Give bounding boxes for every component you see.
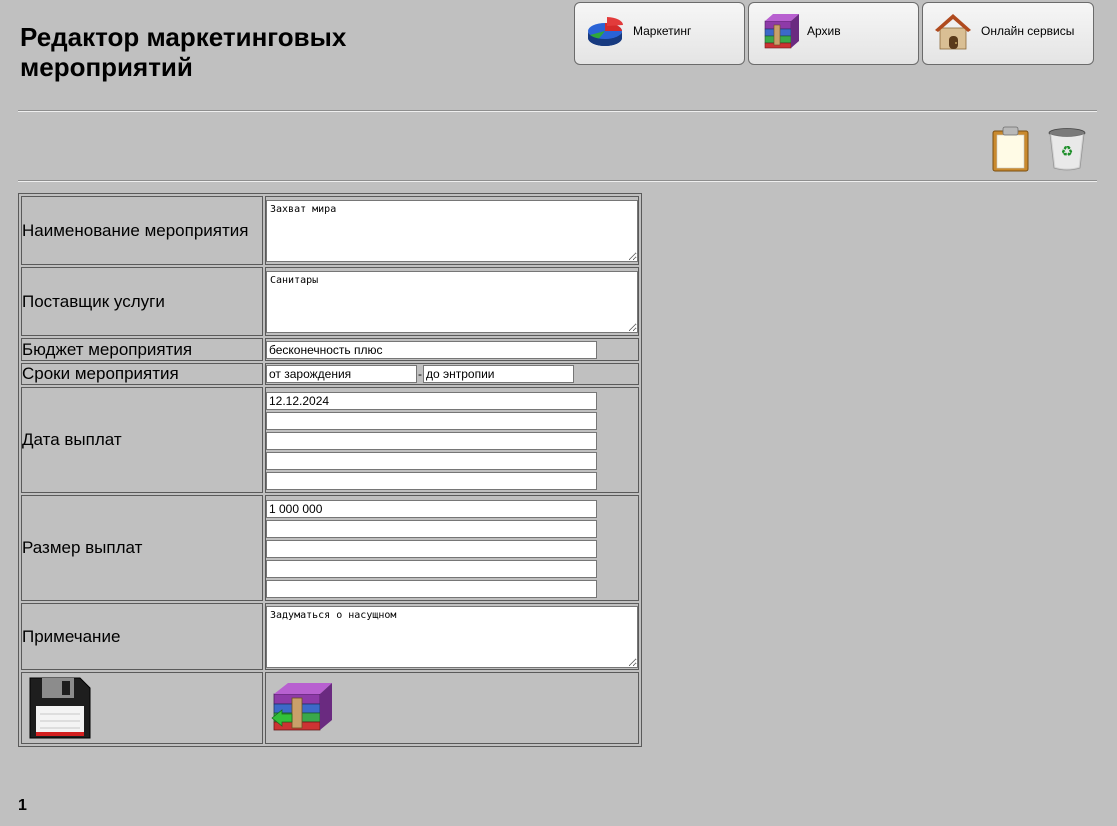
archive-icon[interactable] [270, 680, 336, 736]
recycle-bin-icon[interactable]: ♻ [1046, 126, 1088, 172]
payment-date-input-3[interactable] [266, 431, 597, 450]
nav-label-archive: Архив [807, 24, 841, 38]
label-provider: Поставщик услуги [21, 267, 263, 336]
nav-button-marketing[interactable]: Маркетинг [574, 2, 745, 65]
row-provider: Поставщик услуги Санитары [21, 267, 639, 336]
nav-button-online-services[interactable]: Онлайн сервисы [922, 2, 1094, 65]
period-to-input[interactable] [423, 365, 574, 383]
label-period: Сроки мероприятия [21, 363, 263, 385]
payment-date-input-4[interactable] [266, 451, 597, 470]
payment-amount-input-1[interactable] [266, 499, 597, 518]
provider-textarea[interactable]: Санитары [266, 270, 638, 333]
event-form-table: Наименование мероприятия Захват мира Пос… [18, 193, 642, 747]
period-range: - [266, 365, 638, 383]
payment-date-input-2[interactable] [266, 411, 597, 430]
nav-label-marketing: Маркетинг [633, 24, 692, 38]
house-icon [935, 14, 971, 50]
row-payment-amounts: Размер выплат [21, 495, 639, 601]
label-note: Примечание [21, 603, 263, 670]
budget-input[interactable] [266, 341, 597, 359]
label-budget: Бюджет мероприятия [21, 338, 263, 361]
divider-bottom [18, 180, 1097, 182]
nav-label-online-services: Онлайн сервисы [981, 24, 1075, 38]
row-period: Сроки мероприятия - [21, 363, 639, 385]
archive-icon [764, 14, 799, 49]
label-payment-amounts: Размер выплат [21, 495, 263, 601]
payment-amount-input-2[interactable] [266, 519, 597, 538]
floppy-disk-icon[interactable] [28, 676, 92, 740]
top-navigation: Маркетинг Архив Онлайн сервисы [574, 2, 1094, 65]
row-event-name: Наименование мероприятия Захват мира [21, 196, 639, 265]
divider-top [18, 110, 1097, 112]
svg-text:♻: ♻ [1061, 144, 1074, 160]
payment-amount-input-5[interactable] [266, 579, 597, 598]
clipboard-icon[interactable] [991, 126, 1031, 172]
row-actions [21, 672, 639, 744]
payment-date-input-5[interactable] [266, 471, 597, 490]
note-textarea[interactable]: Задуматься о насущном [266, 605, 638, 668]
label-payment-dates: Дата выплат [21, 387, 263, 493]
row-budget: Бюджет мероприятия [21, 338, 639, 361]
row-payment-dates: Дата выплат [21, 387, 639, 493]
label-event-name: Наименование мероприятия [21, 196, 263, 265]
row-note: Примечание Задуматься о насущном [21, 603, 639, 670]
event-name-textarea[interactable]: Захват мира [266, 199, 638, 262]
period-from-input[interactable] [266, 365, 417, 383]
payment-date-input-1[interactable] [266, 391, 597, 410]
page-title: Редактор маркетинговых мероприятий [20, 22, 347, 82]
payment-amount-input-4[interactable] [266, 559, 597, 578]
pagination-page-number[interactable]: 1 [18, 797, 27, 815]
payment-amount-input-3[interactable] [266, 539, 597, 558]
nav-button-archive[interactable]: Архив [748, 2, 919, 65]
pie-chart-icon [588, 17, 623, 46]
